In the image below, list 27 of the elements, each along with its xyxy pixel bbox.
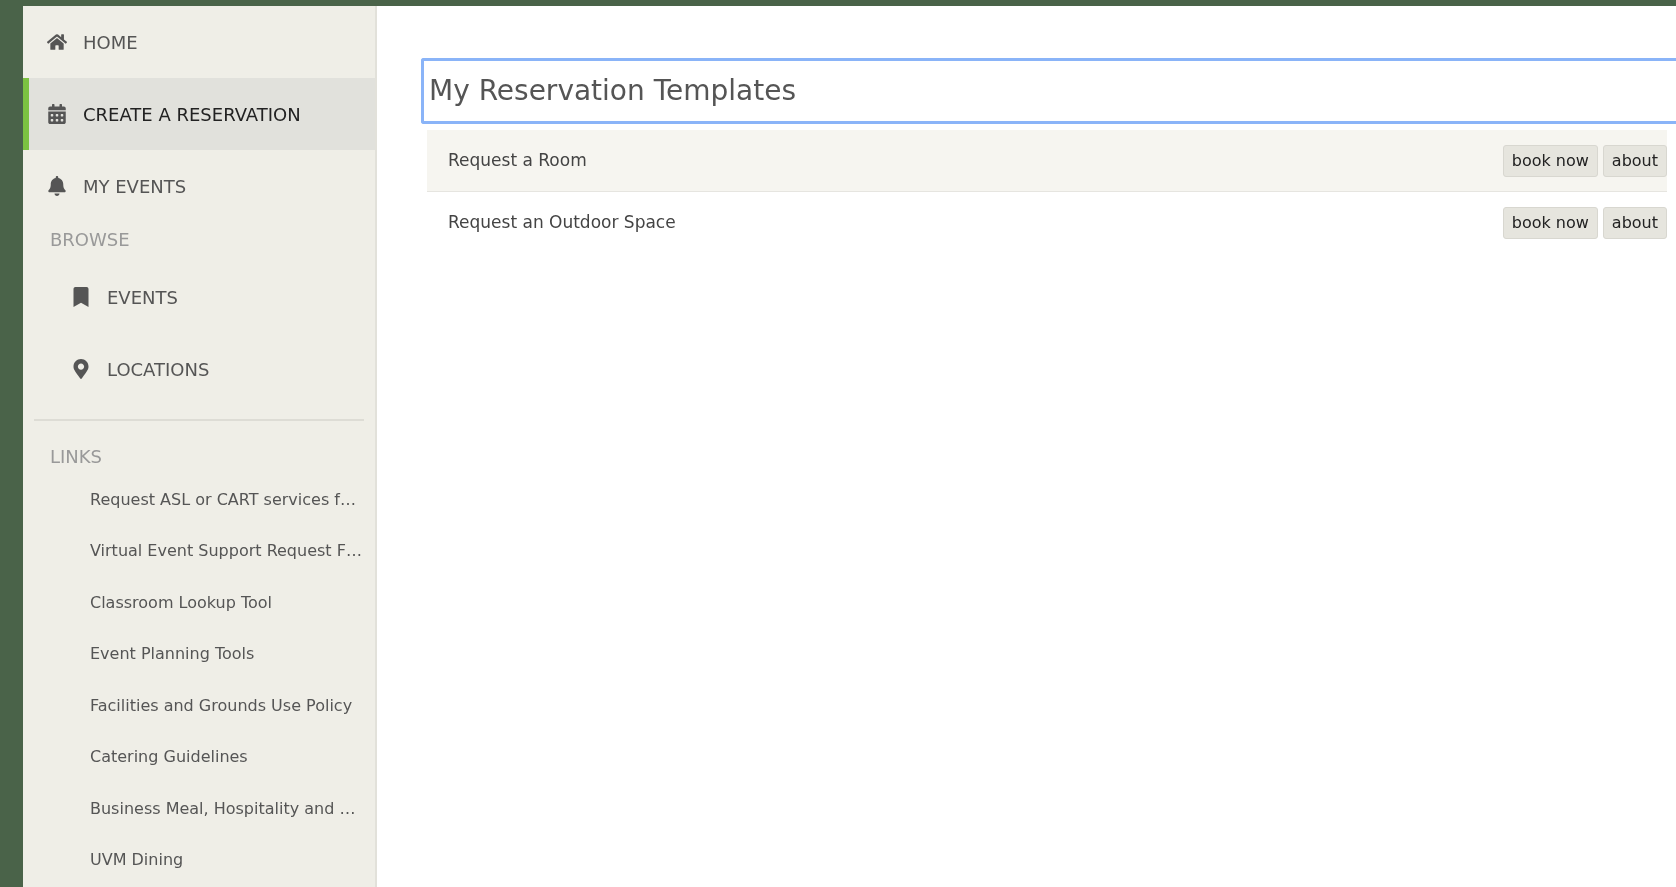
template-button[interactable]: about (1602, 206, 1667, 239)
nav-item[interactable]: HOME (23, 6, 375, 78)
sidebar-link[interactable]: Catering Guidelines (23, 731, 375, 783)
sidebar-link[interactable]: Event Planning Tools (23, 628, 375, 680)
house-icon (47, 32, 67, 52)
map-pin-icon (71, 359, 91, 379)
nav-item[interactable]: EVENTS (23, 261, 375, 333)
nav-item[interactable]: MY EVENTS (23, 150, 375, 222)
bell-icon (47, 176, 67, 196)
title-field[interactable]: My Reservation Templates (421, 58, 1676, 124)
section-heading: LINKS (49, 445, 104, 469)
nav-item[interactable]: LOCATIONS (23, 333, 375, 405)
section-heading: BROWSE (49, 228, 131, 252)
sidebar-link[interactable]: UVM Dining (23, 834, 375, 886)
template-button[interactable]: book now (1502, 144, 1598, 177)
template-button[interactable]: book now (1502, 206, 1598, 239)
nav-item[interactable]: CREATE A RESERVATION (23, 78, 375, 150)
sidebar-link[interactable]: Virtual Event Support Request F… (23, 525, 375, 577)
template-name: Request a Room (448, 148, 587, 172)
sidebar-link[interactable]: Request ASL or CART services f… (23, 474, 375, 526)
sidebar-link[interactable]: Classroom Lookup Tool (23, 577, 375, 629)
bookmark-icon (71, 287, 91, 307)
template-name: Request an Outdoor Space (448, 210, 676, 234)
sidebar-link[interactable]: Facilities and Grounds Use Policy (23, 680, 375, 732)
calendar-icon (47, 104, 67, 124)
template-button[interactable]: about (1602, 144, 1667, 177)
sidebar-link[interactable]: Business Meal, Hospitality and … (23, 783, 375, 835)
